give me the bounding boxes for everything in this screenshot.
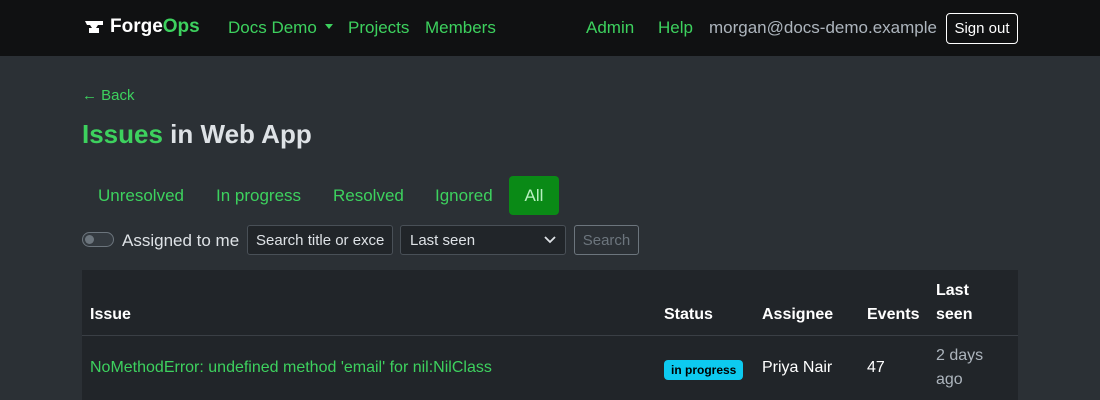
issues-table: Issue Status Assignee Events Last seen N… [82,270,1018,400]
nav-link-admin[interactable]: Admin [586,18,634,38]
page-title: Issues in Web App [82,119,312,150]
chevron-down-icon [544,236,556,244]
event-count: 47 [867,359,885,376]
tab-in-progress[interactable]: In progress [200,176,317,215]
page-title-issues-link[interactable]: Issues [82,119,163,149]
issue-title-link[interactable]: NoMethodError: undefined method 'email' … [90,356,492,380]
brand-name-part1: Forge [110,16,163,37]
top-navbar: ForgeOps Docs Demo Projects Members Admi… [0,0,1100,56]
user-email: morgan@docs-demo.example [709,18,937,37]
last-seen-line1: 2 days [936,347,984,364]
org-menu-label: Docs Demo [228,18,317,37]
header-divider [82,335,1018,336]
brand-logo[interactable]: ForgeOps [84,16,200,38]
column-header-status[interactable]: Status [664,303,713,327]
column-header-issue[interactable]: Issue [90,303,131,327]
brand-name-part2: Ops [162,16,200,37]
org-menu-dropdown[interactable]: Docs Demo [228,18,333,38]
column-header-last-seen-line2: seen [936,306,973,323]
search-input[interactable] [247,225,393,255]
nav-link-help[interactable]: Help [658,18,693,38]
caret-down-icon [324,24,333,30]
assignee-name: Priya Nair [762,359,833,376]
search-button[interactable]: Search [574,225,639,255]
sort-select-value: Last seen [410,231,476,249]
tab-ignored[interactable]: Ignored [419,176,509,215]
tab-unresolved[interactable]: Unresolved [82,176,200,215]
sort-select[interactable]: Last seen [400,225,566,255]
back-link[interactable]: ← Back [82,87,135,104]
page-title-project: in Web App [162,119,312,149]
column-header-assignee[interactable]: Assignee [762,303,833,327]
tab-all[interactable]: All [509,176,559,215]
column-header-last-seen-line1: Last [936,282,969,299]
nav-link-projects[interactable]: Projects [348,18,409,38]
tab-resolved[interactable]: Resolved [317,176,420,215]
sign-out-button[interactable]: Sign out [946,13,1018,44]
brand-name: ForgeOps [110,16,200,38]
column-header-events[interactable]: Events [867,303,919,327]
anvil-icon [85,21,103,33]
toggle-knob [85,235,94,244]
nav-link-members[interactable]: Members [425,18,496,38]
last-seen-value: 2 days ago [936,344,983,392]
column-header-last-seen[interactable]: Last seen [936,279,972,327]
assigned-to-me-label: Assigned to me [122,231,240,250]
last-seen-line2: ago [936,371,963,388]
status-badge: in progress [664,360,744,380]
assigned-to-me-toggle[interactable] [82,232,114,247]
